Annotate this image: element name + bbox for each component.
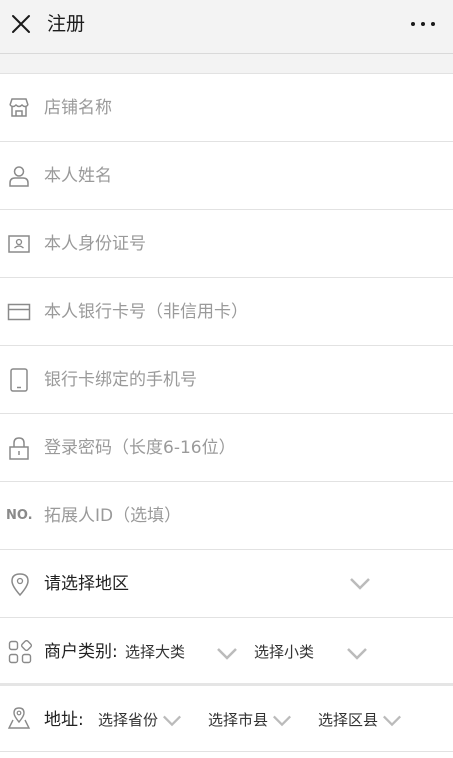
close-button[interactable]	[9, 12, 33, 36]
address-row: 地址: 选择省份 选择市县 选择区县	[0, 686, 453, 752]
city-select[interactable]: 选择市县	[208, 686, 268, 754]
region-selector[interactable]: 请选择地区	[0, 550, 453, 618]
more-button[interactable]	[409, 12, 437, 36]
bank-phone-field[interactable]: 银行卡绑定的手机号	[0, 346, 453, 414]
id-card-icon	[8, 235, 30, 253]
password-placeholder: 登录密码（长度6-16位）	[44, 438, 236, 458]
bank-phone-placeholder: 银行卡绑定的手机号	[44, 370, 197, 390]
close-icon	[12, 15, 30, 33]
chevron-down-icon[interactable]	[382, 714, 402, 728]
chevron-down-icon[interactable]	[272, 714, 292, 728]
phone-icon	[10, 368, 28, 392]
shop-name-field[interactable]: 店铺名称	[0, 74, 453, 142]
map-location-icon	[7, 707, 31, 729]
category-row: 商户类别: 选择大类 选择小类	[0, 618, 453, 686]
number-icon: NO.	[6, 508, 33, 523]
real-name-placeholder: 本人姓名	[44, 166, 112, 186]
real-name-field[interactable]: 本人姓名	[0, 142, 453, 210]
user-icon	[9, 166, 29, 187]
category-icon	[8, 640, 32, 664]
id-number-field[interactable]: 本人身份证号	[0, 210, 453, 278]
id-number-placeholder: 本人身份证号	[44, 234, 146, 254]
page-title: 注册	[47, 13, 86, 35]
register-form: 店铺名称 本人姓名 本人身份证号 本人银行卡号（非信用卡） 银行卡绑定的手机号	[0, 74, 453, 752]
category-major-select[interactable]: 选择大类	[125, 618, 185, 686]
district-select[interactable]: 选择区县	[318, 686, 378, 754]
category-label: 商户类别:	[44, 642, 118, 662]
chevron-down-icon[interactable]	[346, 647, 368, 661]
referrer-field[interactable]: NO. 拓展人ID（选填）	[0, 482, 453, 550]
lock-icon	[9, 437, 29, 460]
category-minor-select[interactable]: 选择小类	[254, 618, 314, 686]
chevron-down-icon[interactable]	[162, 714, 182, 728]
bank-card-placeholder: 本人银行卡号（非信用卡）	[44, 302, 248, 322]
referrer-placeholder: 拓展人ID（选填）	[44, 506, 182, 526]
address-label: 地址:	[44, 710, 84, 730]
password-field[interactable]: 登录密码（长度6-16位）	[0, 414, 453, 482]
bank-card-field[interactable]: 本人银行卡号（非信用卡）	[0, 278, 453, 346]
region-label: 请选择地区	[44, 574, 129, 594]
shop-name-placeholder: 店铺名称	[44, 98, 112, 118]
bank-card-icon	[7, 303, 31, 321]
chevron-down-icon[interactable]	[216, 647, 238, 661]
more-icon	[411, 22, 435, 26]
chevron-down-icon[interactable]	[349, 577, 371, 591]
section-gap	[0, 54, 453, 74]
province-select[interactable]: 选择省份	[98, 686, 158, 754]
shop-icon	[9, 98, 29, 117]
title-bar: 注册	[0, 0, 453, 54]
location-pin-icon	[11, 573, 29, 597]
